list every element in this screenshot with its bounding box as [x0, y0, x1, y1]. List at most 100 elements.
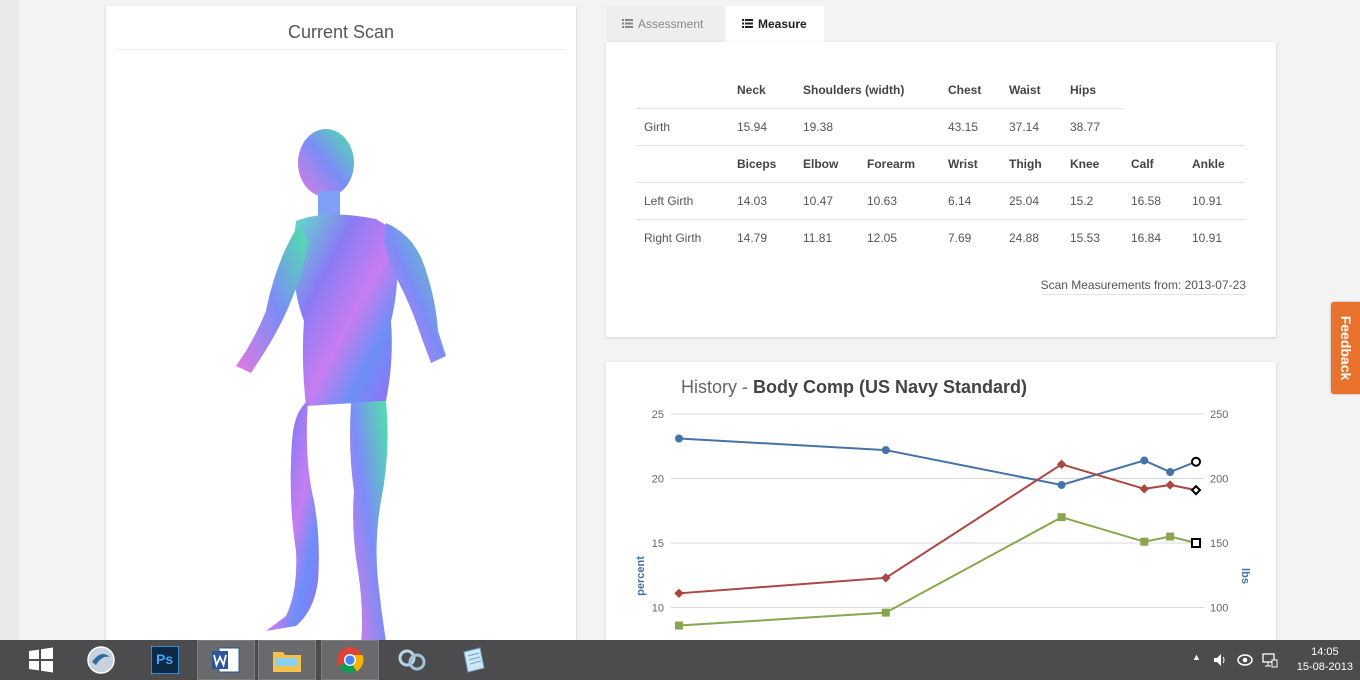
tab-assessment-label: Assessment — [638, 17, 704, 31]
list-icon — [622, 19, 633, 29]
start-button[interactable] — [14, 640, 68, 680]
app-swirl-icon — [87, 646, 115, 674]
row-label: Girth — [636, 108, 729, 146]
taskbar-app-word[interactable] — [197, 640, 255, 680]
right-tick-label: 100 — [1210, 603, 1228, 615]
taskbar-app-browser[interactable] — [72, 640, 130, 680]
table-cell: 10.91 — [1184, 182, 1245, 220]
feedback-label: Feedback — [1338, 315, 1354, 381]
left-tick-label: 25 — [652, 409, 664, 421]
action-center-icon[interactable] — [1262, 652, 1278, 668]
table-cell: 16.58 — [1123, 182, 1184, 220]
photoshop-label: Ps — [156, 651, 174, 667]
history-chart: 10 15 20 25 100 150 200 250 percent lbs — [635, 409, 1251, 630]
tab-measure-label: Measure — [758, 17, 807, 31]
data-point-diamond — [1139, 484, 1150, 494]
header-forearm: Forearm — [859, 145, 940, 183]
figure-right-leg — [350, 401, 388, 643]
table-cell: 14.79 — [729, 219, 795, 256]
tray-expand-icon[interactable]: ▲ — [1192, 652, 1201, 662]
series-line-0 — [678, 437, 1197, 486]
header-waist: Waist — [1009, 83, 1041, 97]
list-icon — [742, 19, 753, 29]
header-calf: Calf — [1123, 145, 1184, 183]
taskbar-app-chrome[interactable] — [321, 640, 379, 680]
header-knee: Knee — [1062, 145, 1123, 183]
table-cell: 6.14 — [940, 182, 1001, 220]
right-tick-label: 250 — [1210, 409, 1228, 421]
history-panel: History - Body Comp (US Navy Standard) 1… — [606, 362, 1276, 662]
data-point-circle — [675, 434, 683, 443]
right-girth-row: Right Girth 14.79 11.81 12.05 7.69 24.88… — [636, 219, 1245, 256]
network-eye-icon[interactable] — [1237, 653, 1253, 667]
taskbar-app-connector[interactable] — [383, 640, 441, 680]
header-thigh: Thigh — [1001, 145, 1062, 183]
windows-logo-icon — [29, 647, 53, 673]
header-chest: Chest — [948, 83, 982, 97]
data-point-diamond — [674, 588, 684, 599]
header-hips: Hips — [1070, 83, 1097, 97]
series-line-1 — [678, 463, 1197, 595]
table-cell: 14.03 — [729, 182, 795, 220]
current-scan-panel: Current Scan — [106, 6, 576, 646]
figure-left-arm — [236, 226, 308, 373]
measurements-table: Neck Shoulders (width) Chest Waist Hips … — [636, 72, 1245, 256]
data-point-circle — [881, 446, 890, 455]
table-cell: 37.14 — [1001, 108, 1062, 146]
data-point-square — [675, 621, 683, 630]
table-cell: 10.47 — [795, 182, 859, 220]
scan-panel-title: Current Scan — [116, 22, 566, 50]
taskbar: Ps ▲ 14:05 15-08-2013 — [0, 640, 1360, 680]
clock-date: 15-08-2013 — [1296, 661, 1353, 673]
chrome-icon — [337, 647, 364, 674]
header-biceps: Biceps — [729, 145, 795, 183]
header-shoulders: Shoulders (width) — [803, 83, 905, 97]
table-cell: 11.81 — [795, 219, 859, 256]
girth-row: Girth 15.94 19.38 43.15 37.14 38.77 — [636, 108, 1245, 146]
limb-header-row: Biceps Elbow Forearm Wrist Thigh Knee Ca… — [636, 145, 1245, 183]
data-point-square — [1191, 538, 1201, 548]
body-scan-figure[interactable] — [226, 121, 466, 651]
table-cell: 24.88 — [1001, 219, 1062, 256]
table-cell: 25.04 — [1001, 182, 1062, 220]
row-label: Right Girth — [636, 219, 729, 256]
header-neck: Neck — [737, 83, 766, 97]
y-axis-label-left: percent — [635, 556, 647, 596]
taskbar-clock[interactable]: 14:05 15-08-2013 — [1297, 645, 1353, 675]
figure-torso — [293, 214, 398, 406]
table-cell: 15.94 — [729, 108, 795, 146]
table-cell: 10.63 — [859, 182, 940, 220]
data-point-square — [881, 608, 890, 617]
taskbar-app-explorer[interactable] — [258, 640, 316, 680]
taskbar-app-photoshop[interactable]: Ps — [136, 640, 194, 680]
left-tick-label: 10 — [652, 603, 664, 615]
data-point-circle — [1057, 480, 1066, 489]
data-point-circle — [1140, 456, 1149, 465]
table-cell: 15.2 — [1062, 182, 1123, 220]
table-cell: 43.15 — [940, 108, 1001, 146]
link-rings-icon — [398, 649, 426, 671]
data-point-square — [1140, 537, 1149, 546]
data-point-circle — [1191, 456, 1201, 467]
table-cell: 38.77 — [1062, 108, 1123, 146]
taskbar-app-notes[interactable] — [445, 640, 503, 680]
feedback-button[interactable]: Feedback — [1331, 302, 1360, 394]
row-label: Left Girth — [636, 182, 729, 220]
clock-time: 14:05 — [1311, 646, 1339, 658]
header-elbow: Elbow — [795, 145, 859, 183]
data-point-square — [1057, 513, 1066, 522]
header-wrist: Wrist — [940, 145, 1001, 183]
tab-measure[interactable]: Measure — [726, 6, 824, 42]
table-cell: 7.69 — [940, 219, 1001, 256]
tab-assessment[interactable]: Assessment — [606, 6, 724, 42]
measure-panel: Neck Shoulders (width) Chest Waist Hips … — [606, 42, 1276, 337]
data-point-diamond — [1190, 484, 1202, 496]
right-tick-label: 200 — [1210, 474, 1228, 486]
left-tick-label: 15 — [652, 538, 664, 550]
data-point-square — [1166, 532, 1175, 541]
table-cell: 19.38 — [795, 108, 940, 146]
scan-measurements-date: Scan Measurements from: 2013-07-23 — [1040, 278, 1246, 295]
table-cell: 16.84 — [1123, 219, 1184, 256]
table-cell: 15.53 — [1062, 219, 1123, 256]
volume-icon[interactable] — [1213, 653, 1227, 667]
